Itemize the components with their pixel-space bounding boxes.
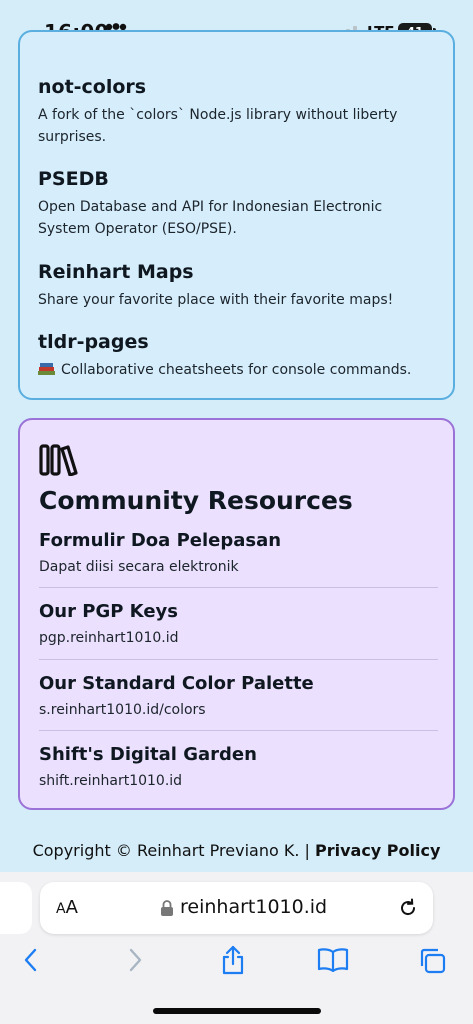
share-icon[interactable] (219, 944, 247, 980)
reload-icon[interactable] (397, 897, 419, 923)
lock-icon (160, 899, 174, 921)
tabs-icon[interactable] (418, 947, 448, 979)
projects-card: not-colors A fork of the `colors` Node.j… (18, 30, 455, 400)
resource-link[interactable]: Our PGP Keys pgp.reinhart1010.id (39, 601, 438, 646)
community-resources-card: Community Resources Formulir Doa Pelepas… (18, 418, 455, 810)
privacy-policy-link[interactable]: Privacy Policy (315, 841, 440, 860)
project-title: Reinhart Maps (38, 261, 194, 283)
library-icon (39, 444, 79, 480)
resource-link[interactable]: Formulir Doa Pelepasan Dapat diisi secar… (39, 530, 438, 575)
aa-small: A (56, 901, 66, 917)
resource-title: Shift's Digital Garden (39, 744, 257, 765)
project-title: not-colors (38, 76, 147, 98)
project-item[interactable]: not-colors A fork of the `colors` Node.j… (38, 76, 433, 148)
aa-large: A (65, 897, 78, 918)
page-settings-button[interactable]: AA (56, 897, 78, 918)
home-indicator (153, 1008, 321, 1014)
copyright-text: Copyright © Reinhart Previano K. | (32, 841, 310, 860)
project-title: PSEDB (38, 168, 109, 190)
browser-toolbar: AA reinhart1010.id (0, 872, 473, 1024)
project-description: Collaborative cheatsheets for console co… (38, 359, 433, 381)
resource-link[interactable]: Our Standard Color Palette s.reinhart101… (39, 673, 438, 718)
books-emoji-icon (38, 361, 55, 375)
resource-subtitle: s.reinhart1010.id/colors (39, 702, 206, 718)
address-bar[interactable]: AA reinhart1010.id (40, 882, 433, 934)
previous-tab-preview[interactable] (0, 882, 32, 934)
resource-title: Our PGP Keys (39, 601, 178, 622)
resource-title: Formulir Doa Pelepasan (39, 530, 282, 551)
resource-subtitle: Dapat diisi secara elektronik (39, 559, 239, 575)
project-description: A fork of the `colors` Node.js library w… (38, 107, 398, 145)
divider (39, 659, 438, 660)
footer: Copyright © Reinhart Previano K. | Priva… (0, 828, 473, 874)
resource-link[interactable]: Shift's Digital Garden shift.reinhart101… (39, 744, 438, 789)
resource-subtitle: shift.reinhart1010.id (39, 773, 183, 789)
project-description: Open Database and API for Indonesian Ele… (38, 199, 383, 237)
resource-subtitle: pgp.reinhart1010.id (39, 630, 179, 646)
project-title: tldr-pages (38, 331, 149, 353)
project-item[interactable]: Reinhart Maps Share your favorite place … (38, 261, 433, 311)
divider (39, 730, 438, 731)
forward-icon[interactable] (122, 947, 146, 977)
community-title: Community Resources (39, 486, 353, 515)
back-icon[interactable] (20, 947, 44, 977)
url-text[interactable]: reinhart1010.id (180, 896, 327, 918)
bookmarks-icon[interactable] (317, 947, 349, 977)
project-item[interactable]: tldr-pages Collaborative cheatsheets for… (38, 331, 433, 381)
project-description-text: Collaborative cheatsheets for console co… (61, 362, 412, 378)
project-description: Share your favorite place with their fav… (38, 292, 394, 308)
project-item[interactable]: PSEDB Open Database and API for Indonesi… (38, 168, 433, 240)
divider (39, 587, 438, 588)
resource-title: Our Standard Color Palette (39, 673, 314, 694)
